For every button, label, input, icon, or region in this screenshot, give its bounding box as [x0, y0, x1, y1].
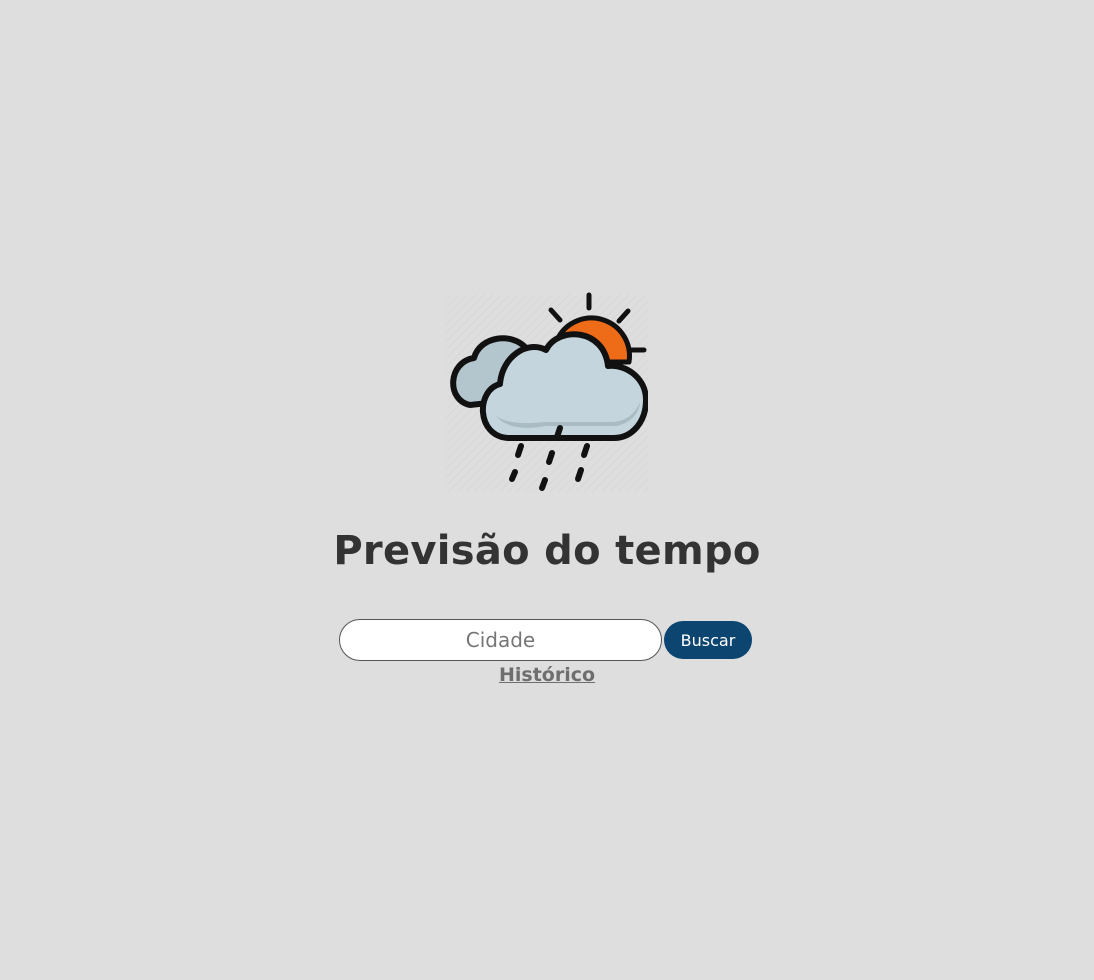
history-link-container: Histórico [0, 664, 1094, 686]
cloud-sun-rain-icon [446, 292, 648, 492]
page-title: Previsão do tempo [333, 528, 761, 574]
search-button[interactable]: Buscar [664, 621, 752, 659]
history-link[interactable]: Histórico [499, 664, 595, 686]
search-form: Buscar [339, 619, 752, 661]
city-input[interactable] [339, 619, 662, 661]
page: Previsão do tempo Buscar Histórico [0, 0, 1094, 980]
